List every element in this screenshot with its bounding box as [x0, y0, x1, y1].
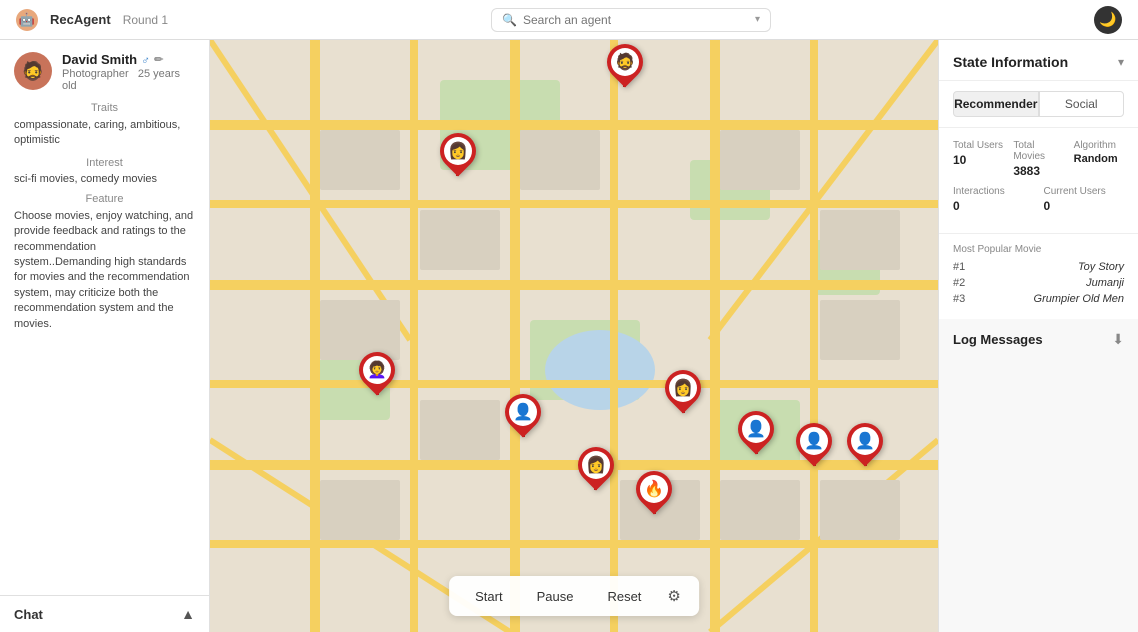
chat-chevron-icon: ▲: [181, 606, 195, 622]
map-pin-5[interactable]: 👩: [578, 447, 614, 490]
chat-panel[interactable]: Chat ▲: [0, 595, 209, 632]
map-pin-8[interactable]: 👤: [796, 423, 832, 466]
interactions-value: 0: [953, 199, 1034, 213]
main-content: 🧔 David Smith ♂ ✏ Photographer 25 years …: [0, 40, 1138, 632]
app-logo: 🤖: [16, 9, 38, 31]
map-pin-1[interactable]: 🧔: [607, 44, 643, 87]
dark-mode-toggle[interactable]: 🌙: [1094, 6, 1122, 34]
right-panel: State Information ▾ Recommender Social T…: [938, 40, 1138, 632]
start-button[interactable]: Start: [459, 584, 518, 609]
stats-row-1: Total Users 10 Total Movies 3883 Algorit…: [953, 140, 1124, 178]
map-pin-10[interactable]: 🔥: [636, 471, 672, 514]
total-users-label: Total Users: [953, 140, 1003, 151]
tab-social[interactable]: Social: [1039, 91, 1125, 117]
current-users-value: 0: [1044, 199, 1125, 213]
moon-icon: 🌙: [1099, 11, 1116, 28]
state-info-chevron-icon[interactable]: ▾: [1118, 55, 1124, 69]
search-icon: 🔍: [502, 13, 517, 27]
settings-button[interactable]: ⚙: [659, 582, 688, 610]
traits-text: compassionate, caring, ambitious, optimi…: [14, 118, 195, 149]
movie-rank-3: #3: [953, 293, 977, 305]
algorithm-label: Algorithm: [1074, 140, 1124, 151]
total-users-value: 10: [953, 153, 1003, 167]
stat-total-movies: Total Movies 3883: [1013, 140, 1063, 178]
agent-gender-icon: ♂: [141, 53, 150, 67]
stat-total-users: Total Users 10: [953, 140, 1003, 178]
agent-header: 🧔 David Smith ♂ ✏ Photographer 25 years …: [14, 52, 195, 92]
movie-title-1: Toy Story: [977, 261, 1124, 273]
edit-icon[interactable]: ✏: [154, 53, 163, 66]
movie-title-2: Jumanji: [977, 277, 1124, 289]
search-chevron-icon: ▾: [755, 14, 760, 25]
map-pin-6[interactable]: 👩: [665, 370, 701, 413]
search-box[interactable]: 🔍 ▾: [491, 8, 771, 32]
stats-row-2: Interactions 0 Current Users 0: [953, 186, 1124, 213]
reset-button[interactable]: Reset: [591, 584, 657, 609]
total-movies-value: 3883: [1013, 164, 1063, 178]
movie-rank-2: #2: [953, 277, 977, 289]
agent-name-block: David Smith ♂ ✏ Photographer 25 years ol…: [62, 52, 195, 92]
map-svg: [210, 40, 938, 632]
map-pin-3[interactable]: 👩‍🦱: [359, 352, 395, 395]
app-header: 🤖 RecAgent Round 1 🔍 ▾ 🌙: [0, 0, 1138, 40]
log-messages-section: Log Messages ⬇: [939, 319, 1138, 632]
map-area: 🧔 👩 👩‍🦱 👤 👩 👩 👤 👤: [210, 40, 938, 632]
popular-movies-label: Most Popular Movie: [953, 244, 1124, 255]
agent-role: Photographer 25 years old: [62, 68, 195, 92]
tab-group: Recommender Social: [939, 81, 1138, 128]
agent-info: 🧔 David Smith ♂ ✏ Photographer 25 years …: [0, 40, 209, 595]
log-header: Log Messages ⬇: [953, 331, 1124, 348]
state-info-title: State Information: [953, 54, 1068, 70]
map-pin-4[interactable]: 👤: [505, 394, 541, 437]
traits-label: Traits: [14, 102, 195, 114]
agent-name-row: David Smith ♂ ✏: [62, 52, 195, 67]
search-container: 🔍 ▾: [180, 8, 1082, 32]
interactions-label: Interactions: [953, 186, 1034, 197]
log-download-icon[interactable]: ⬇: [1112, 331, 1124, 348]
map-pin-9[interactable]: 👤: [847, 423, 883, 466]
search-input[interactable]: [523, 13, 745, 27]
pause-button[interactable]: Pause: [521, 584, 590, 609]
map-pin-2[interactable]: 👩: [440, 133, 476, 176]
left-panel: 🧔 David Smith ♂ ✏ Photographer 25 years …: [0, 40, 210, 632]
bottom-controls: Start Pause Reset ⚙: [449, 576, 699, 616]
feature-label: Feature: [14, 193, 195, 205]
interest-label: Interest: [14, 157, 195, 169]
stat-algorithm: Algorithm Random: [1074, 140, 1124, 178]
agent-name-text: David Smith: [62, 52, 137, 67]
stat-interactions: Interactions 0: [953, 186, 1034, 213]
popular-movies: Most Popular Movie #1 Toy Story #2 Juman…: [939, 234, 1138, 319]
movie-rank-1: #1: [953, 261, 977, 273]
movie-row-1: #1 Toy Story: [953, 261, 1124, 273]
avatar: 🧔: [14, 52, 52, 90]
algorithm-value: Random: [1074, 153, 1124, 165]
movie-row-2: #2 Jumanji: [953, 277, 1124, 289]
feature-text: Choose movies, enjoy watching, and provi…: [14, 209, 195, 332]
total-movies-label: Total Movies: [1013, 140, 1063, 162]
state-info-header: State Information ▾: [939, 40, 1138, 81]
interest-text: sci-fi movies, comedy movies: [14, 173, 195, 185]
log-title: Log Messages: [953, 332, 1043, 347]
app-name: RecAgent: [50, 12, 111, 27]
map-pin-7[interactable]: 👤: [738, 411, 774, 454]
stats-grid: Total Users 10 Total Movies 3883 Algorit…: [939, 128, 1138, 234]
stat-current-users: Current Users 0: [1044, 186, 1125, 213]
app-round: Round 1: [123, 13, 168, 27]
chat-label: Chat: [14, 607, 43, 622]
movie-row-3: #3 Grumpier Old Men: [953, 293, 1124, 305]
current-users-label: Current Users: [1044, 186, 1125, 197]
tab-recommender[interactable]: Recommender: [953, 91, 1039, 117]
movie-title-3: Grumpier Old Men: [977, 293, 1124, 305]
